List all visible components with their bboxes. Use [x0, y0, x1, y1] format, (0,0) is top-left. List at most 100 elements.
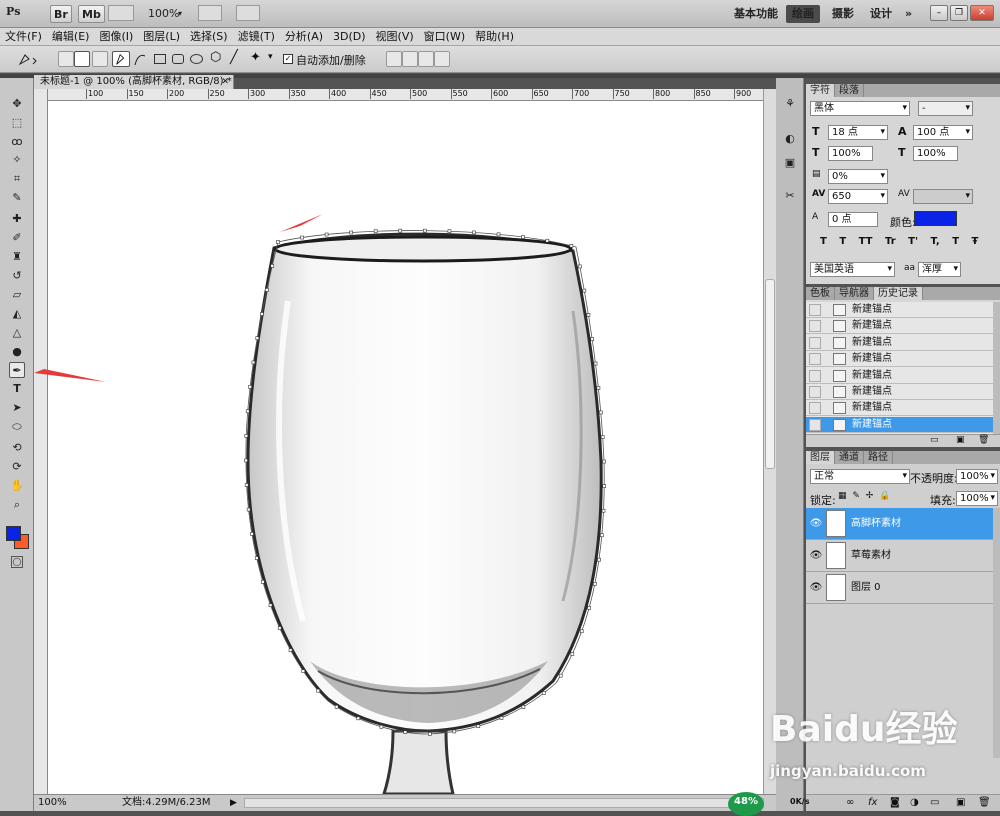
crop-tool-icon[interactable]: ⌗ [9, 171, 25, 187]
visibility-eye-icon[interactable]: 👁 [809, 581, 823, 595]
new-layer-icon[interactable]: ▣ [956, 797, 965, 808]
anchor-point[interactable] [578, 264, 582, 269]
shape-layers-mode-icon[interactable] [58, 51, 74, 67]
anchor-point[interactable] [593, 582, 597, 586]
font-family-select[interactable]: 黑体 [810, 101, 910, 116]
tab-paths[interactable]: 路径 [864, 451, 893, 464]
move-tool-icon[interactable]: ✥ [9, 96, 25, 112]
history-source-checkbox[interactable] [809, 386, 821, 398]
eraser-tool-icon[interactable]: ▱ [9, 287, 25, 303]
ellipse-tool-icon[interactable] [190, 54, 203, 64]
tray-progress-badge[interactable]: 48% [728, 792, 764, 816]
healing-brush-tool-icon[interactable]: ✚ [9, 211, 25, 227]
history-item[interactable]: 新建锚点 [806, 400, 993, 417]
layer-row[interactable]: 👁 图层 0 [806, 572, 993, 604]
anchor-point[interactable] [250, 532, 254, 536]
vertical-scrollbar[interactable] [763, 89, 776, 794]
anchor-point[interactable] [244, 458, 248, 463]
layer-mask-icon[interactable]: ◙ [890, 797, 900, 808]
superscript-button[interactable]: T' [908, 236, 918, 247]
anchor-point[interactable] [569, 243, 574, 248]
history-source-checkbox[interactable] [809, 336, 821, 349]
delete-layer-icon[interactable]: 🗑 [978, 797, 991, 808]
anchor-point[interactable] [254, 556, 259, 560]
anchor-point[interactable] [582, 288, 587, 293]
close-button[interactable]: ✕ [970, 5, 994, 21]
anchor-point[interactable] [244, 483, 249, 487]
anchor-point[interactable] [570, 652, 575, 656]
fill-pixels-mode-icon[interactable] [92, 51, 108, 67]
anchor-point[interactable] [545, 238, 550, 243]
custom-shape-tool-icon[interactable]: ✦ [250, 50, 261, 66]
layer-row[interactable]: 👁 草莓素材 [806, 540, 993, 572]
anchor-point[interactable] [277, 626, 282, 630]
zoom-tool-icon[interactable]: ⌕ [9, 497, 25, 513]
anchor-point[interactable] [499, 716, 504, 720]
subscript-button[interactable]: T, [931, 236, 940, 247]
tab-navigator[interactable]: 导航器 [835, 287, 874, 300]
anchor-point[interactable] [599, 410, 603, 415]
opacity-input[interactable]: 100% [956, 469, 998, 484]
anchor-point[interactable] [260, 312, 264, 316]
anchor-point[interactable] [356, 716, 361, 721]
anchor-point[interactable] [597, 557, 601, 562]
menu-view[interactable]: 视图(V) [371, 28, 419, 45]
eyedropper-tool-icon[interactable]: ✎ [9, 190, 25, 206]
history-source-checkbox[interactable] [809, 402, 821, 415]
adjustment-layer-icon[interactable]: ◑ [910, 797, 919, 808]
polygon-tool-icon[interactable]: ⬡ [210, 50, 221, 66]
link-layers-icon[interactable]: ∞ [846, 797, 854, 808]
clone-source-icon[interactable]: ◐ [782, 131, 798, 147]
anchor-point[interactable] [349, 230, 353, 235]
anchor-point[interactable] [602, 484, 607, 488]
combine-subtract-icon[interactable] [402, 51, 418, 67]
workspace-essentials[interactable]: 基本功能 [734, 5, 778, 23]
menu-3d[interactable]: 3D(D) [328, 28, 371, 45]
combine-intersect-icon[interactable] [418, 51, 434, 67]
layer-style-icon[interactable]: fx [868, 797, 877, 808]
anchor-point[interactable] [334, 705, 339, 709]
tab-layers[interactable]: 图层 [806, 451, 835, 464]
anchor-point[interactable] [316, 688, 320, 693]
anchor-point[interactable] [579, 629, 584, 634]
visibility-eye-icon[interactable]: 👁 [809, 517, 823, 531]
status-zoom[interactable]: 100% [38, 795, 67, 811]
vertical-scale-input[interactable]: 100% [828, 146, 873, 161]
history-item[interactable]: 新建锚点 [806, 368, 993, 384]
arrange-documents-button[interactable] [198, 5, 222, 21]
underline-button[interactable]: T [952, 236, 959, 247]
visibility-eye-icon[interactable]: 👁 [809, 549, 823, 563]
workspace-design[interactable]: 设计 [870, 5, 892, 23]
anchor-point[interactable] [248, 385, 252, 389]
foreground-color-swatch[interactable] [6, 526, 21, 541]
pen-tool-icon[interactable] [112, 51, 130, 67]
zoom-level-select[interactable]: 100% [148, 5, 179, 23]
paths-mode-icon[interactable] [74, 51, 90, 67]
anchor-point[interactable] [521, 705, 526, 709]
dodge-tool-icon[interactable]: ● [9, 344, 25, 360]
brush-presets-icon[interactable]: ⚘ [782, 96, 798, 112]
anchor-point[interactable] [265, 288, 269, 292]
anchor-point[interactable] [602, 459, 606, 464]
anchor-point[interactable] [558, 673, 563, 678]
anchor-point[interactable] [379, 724, 384, 729]
anchor-point[interactable] [447, 229, 452, 234]
pen-tool-preset-icon[interactable] [16, 51, 38, 67]
anchor-point[interactable] [587, 606, 591, 610]
pen-tool-icon[interactable]: ✒ [9, 362, 25, 378]
font-style-select[interactable]: - [918, 101, 973, 116]
anchor-point[interactable] [301, 669, 306, 673]
document-canvas[interactable] [48, 101, 763, 794]
anchor-point[interactable] [428, 732, 432, 736]
history-source-checkbox[interactable] [809, 369, 821, 382]
more-workspaces-button[interactable]: » [905, 5, 912, 23]
anchor-point[interactable] [476, 724, 481, 728]
auto-add-delete-checkbox[interactable]: ✓ [283, 54, 293, 64]
clone-stamp-tool-icon[interactable]: ♜ [9, 249, 25, 265]
strikethrough-button[interactable]: Ŧ [972, 236, 979, 247]
kerning-select[interactable] [913, 189, 973, 204]
type-tool-icon[interactable]: T [9, 381, 25, 397]
shape-tool-icon[interactable]: ⬭ [9, 419, 25, 435]
anchor-point[interactable] [586, 313, 591, 317]
history-item[interactable]: 新建锚点 [806, 351, 993, 368]
